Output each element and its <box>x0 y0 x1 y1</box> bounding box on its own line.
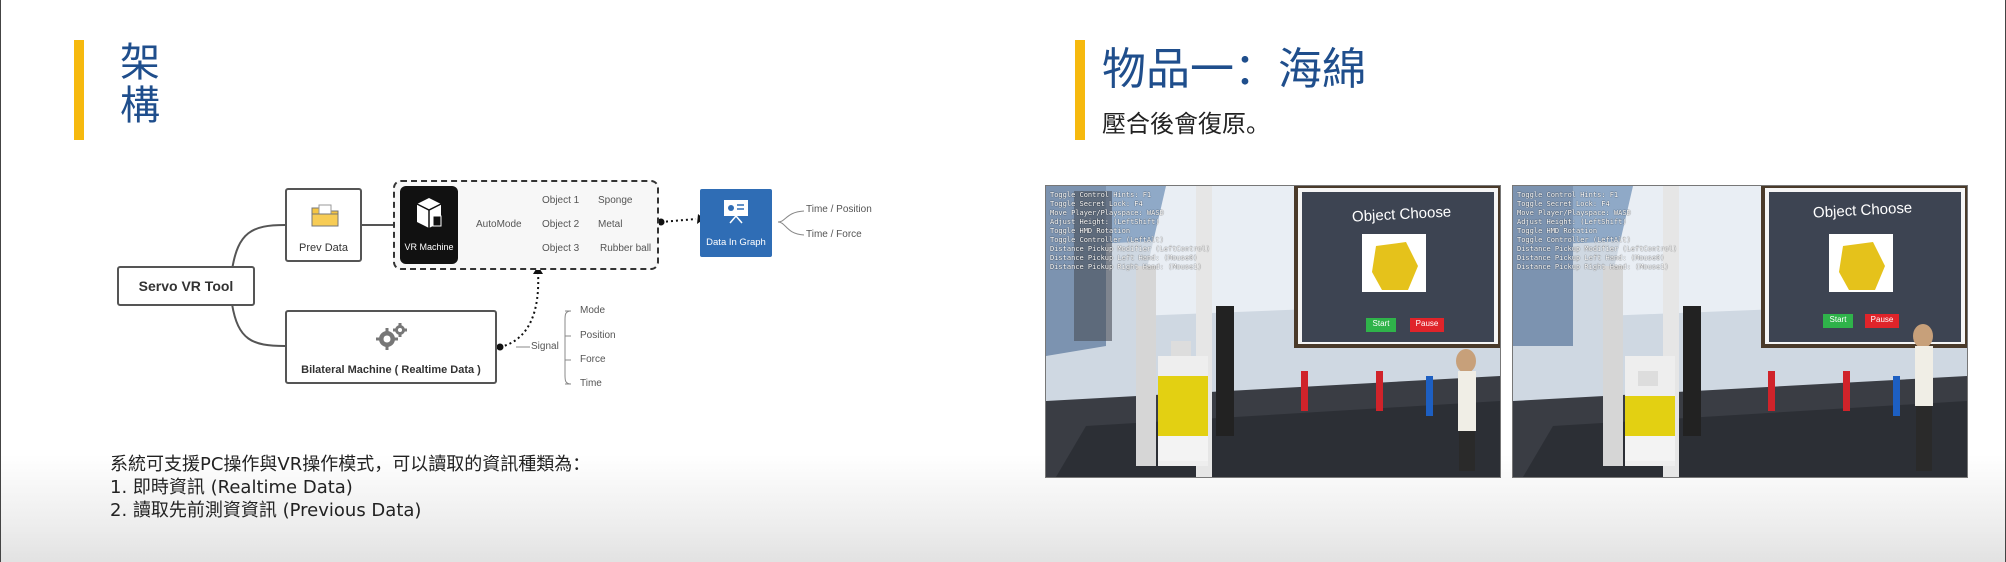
hud-line: Distance Pickup Left Hand: (Mouse0) <box>1050 254 1198 262</box>
start-button-2[interactable]: Start <box>1823 315 1853 324</box>
pause-button-2[interactable]: Pause <box>1865 315 1899 324</box>
hud-text-1: Toggle Control Hints: F1 Toggle Secret L… <box>1050 191 1210 272</box>
label-force: Force <box>580 354 606 365</box>
hud-line: Toggle HMD Rotation <box>1050 227 1131 235</box>
node-servo-vr-tool: Servo VR Tool <box>117 266 255 306</box>
start-button-1[interactable]: Start <box>1366 319 1396 328</box>
node-data-in-graph-label: Data In Graph <box>706 237 766 248</box>
hud-text-2: Toggle Control Hints: F1 Toggle Secret L… <box>1517 191 1677 272</box>
label-signal: Signal <box>531 341 559 352</box>
label-metal: Metal <box>598 219 623 230</box>
node-prev-data-label: Prev Data <box>299 242 348 254</box>
section-subtitle: 壓合後會復原。 <box>1102 110 1270 138</box>
presentation-board-icon <box>724 200 748 224</box>
hud-line: Toggle Secret Lock: F4 <box>1050 200 1143 208</box>
label-time-position: Time / Position <box>806 204 872 215</box>
hud-line: Distance Pickup Modifier (LeftControl) <box>1050 245 1211 253</box>
hud-line: Toggle Controller (LeftAlt) <box>1050 236 1164 244</box>
label-object-3: Object 3 <box>542 243 580 254</box>
vr-machine-icon <box>416 198 442 228</box>
label-automode: AutoMode <box>476 219 522 230</box>
pause-button-1[interactable]: Pause <box>1410 319 1444 328</box>
node-servo-vr-tool-label: Servo VR Tool <box>138 278 234 294</box>
label-sponge: Sponge <box>598 195 633 206</box>
label-time: Time <box>580 378 602 389</box>
node-vr-machine-label: VR Machine <box>404 242 454 252</box>
hud-line: Toggle HMD Rotation <box>1517 227 1598 235</box>
hud-line: Toggle Control Hints: F1 <box>1050 191 1152 199</box>
node-data-in-graph: Data In Graph <box>700 189 772 257</box>
vr-screenshot-1: Toggle Control Hints: F1 Toggle Secret L… <box>1045 185 1501 478</box>
hud-line: Distance Pickup Modifier (LeftControl) <box>1517 245 1678 253</box>
gears-icon <box>376 323 407 350</box>
accent-bar-right <box>1075 40 1085 140</box>
label-object-2: Object 2 <box>542 219 580 230</box>
hud-line: Distance Pickup Left Hand: (Mouse0) <box>1517 254 1665 262</box>
label-time-force: Time / Force <box>806 229 862 240</box>
hud-line: Toggle Control Hints: F1 <box>1517 191 1619 199</box>
node-bilateral-machine: Bilateral Machine ( Realtime Data ) <box>285 310 497 384</box>
hud-line: Toggle Secret Lock: F4 <box>1517 200 1610 208</box>
hud-line: Distance Pickup Right Hand: (Mouse1) <box>1050 263 1202 271</box>
hud-line: Toggle Controller (LeftAlt) <box>1517 236 1631 244</box>
node-prev-data: Prev Data <box>285 188 362 262</box>
hud-line: Move Player/Playspace: WASD <box>1517 209 1631 217</box>
label-rubber-ball: Rubber ball <box>600 243 652 254</box>
vr-screenshot-2: Toggle Control Hints: F1 Toggle Secret L… <box>1512 185 1968 478</box>
node-bilateral-machine-label: Bilateral Machine ( Realtime Data ) <box>301 364 481 376</box>
node-vr-machine: VR Machine <box>400 186 458 264</box>
label-object-1: Object 1 <box>542 195 580 206</box>
hud-line: Distance Pickup Right Hand: (Mouse1) <box>1517 263 1669 271</box>
description-item-2: 2. 讀取先前測資資訊 (Previous Data) <box>110 500 422 521</box>
hud-line: Adjust Height: (LeftShift) <box>1517 218 1627 226</box>
hud-line: Adjust Height: (LeftShift) <box>1050 218 1160 226</box>
section-title-sponge: 物品一：海綿 <box>1102 44 1366 95</box>
label-mode: Mode <box>580 305 606 316</box>
folder-icon <box>311 204 339 227</box>
hud-line: Move Player/Playspace: WASD <box>1050 209 1164 217</box>
label-position: Position <box>580 330 616 341</box>
